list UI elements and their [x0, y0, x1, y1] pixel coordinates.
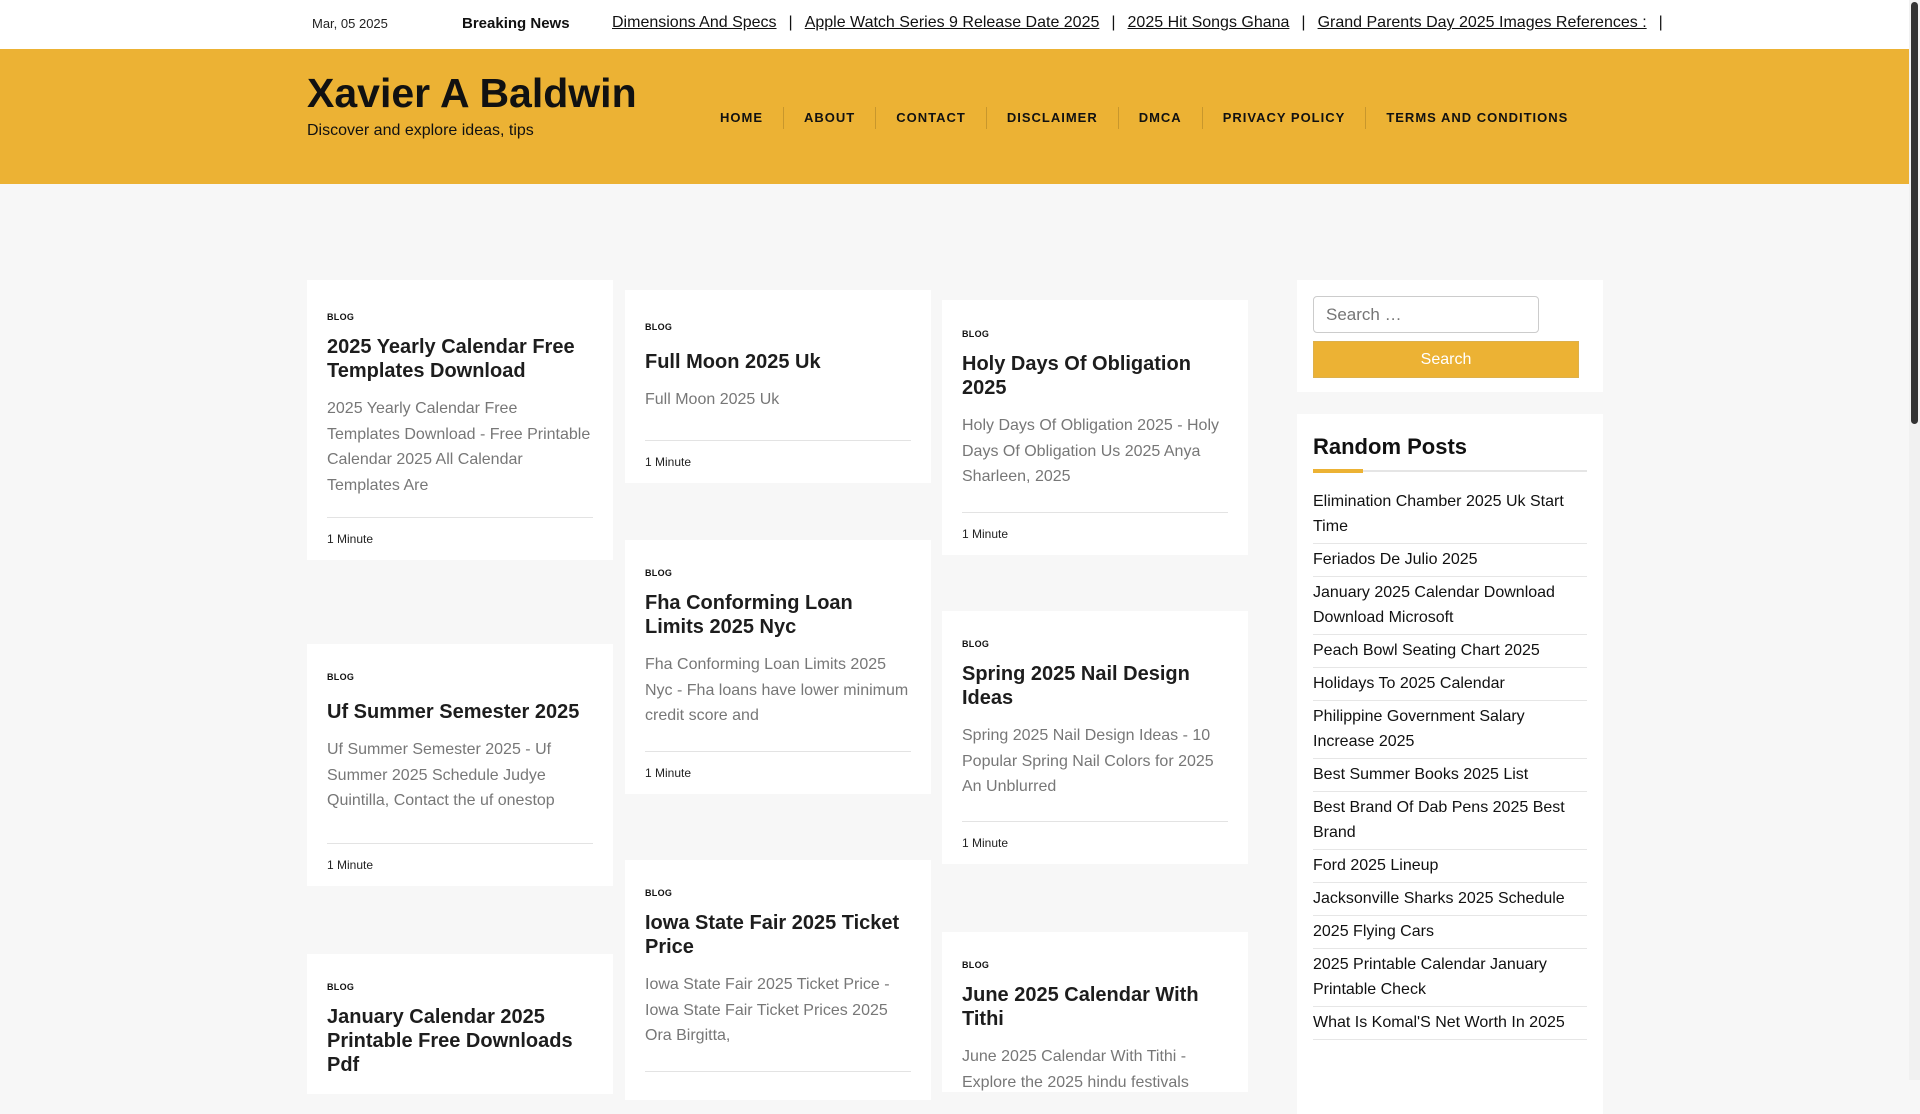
ticker-link[interactable]: 2025 Hit Songs Ghana — [1128, 14, 1290, 31]
search-widget: Search — [1297, 280, 1603, 392]
nav-disclaimer[interactable]: DISCLAIMER — [987, 107, 1119, 129]
post-card: BLOG June 2025 Calendar With Tithi June … — [942, 932, 1248, 1092]
post-category[interactable]: BLOG — [327, 312, 593, 322]
read-time: 1 Minute — [645, 751, 911, 794]
main-navigation: HOME ABOUT CONTACT DISCLAIMER DMCA PRIVA… — [700, 107, 1588, 129]
post-title[interactable]: Iowa State Fair 2025 Ticket Price — [645, 911, 911, 959]
post-title[interactable]: Holy Days Of Obligation 2025 — [962, 352, 1228, 400]
post-excerpt: Holy Days Of Obligation 2025 - Holy Days… — [962, 417, 1219, 485]
random-posts-list: Elimination Chamber 2025 Uk Start Time F… — [1313, 486, 1587, 1040]
post-category[interactable]: BLOG — [645, 322, 911, 332]
read-time: 1 Minute — [645, 440, 911, 483]
random-post-link[interactable]: What Is Komal'S Net Worth In 2025 — [1313, 1007, 1587, 1040]
post-category[interactable]: BLOG — [962, 329, 1228, 339]
post-excerpt: June 2025 Calendar With Tithi - Explore … — [962, 1048, 1189, 1091]
widget-title-underline — [1313, 469, 1587, 473]
post-card: BLOG Full Moon 2025 Uk Full Moon 2025 Uk… — [625, 290, 931, 483]
post-title[interactable]: January Calendar 2025 Printable Free Dow… — [327, 1005, 593, 1077]
post-card: BLOG Iowa State Fair 2025 Ticket Price I… — [625, 860, 931, 1100]
post-card: BLOG 2025 Yearly Calendar Free Templates… — [307, 280, 613, 560]
breaking-news-ticker: Dimensions And Specs | Apple Watch Series … — [612, 14, 1662, 31]
nav-contact[interactable]: CONTACT — [876, 107, 987, 129]
scrollbar-thumb[interactable] — [1911, 2, 1918, 424]
nav-dmca[interactable]: DMCA — [1119, 107, 1203, 129]
random-post-link[interactable]: Ford 2025 Lineup — [1313, 850, 1587, 883]
widget-title: Random Posts — [1313, 434, 1468, 459]
site-title[interactable]: Xavier A Baldwin — [307, 70, 637, 117]
ticker-link[interactable]: Grand Parents Day 2025 Images References… — [1318, 14, 1647, 31]
post-card: BLOG January Calendar 2025 Printable Fre… — [307, 954, 613, 1094]
breaking-news-label: Breaking News — [462, 15, 570, 32]
search-button[interactable]: Search — [1313, 341, 1579, 378]
ticker-link[interactable]: Dimensions And Specs — [612, 14, 777, 31]
random-post-link[interactable]: 2025 Printable Calendar January Printabl… — [1313, 949, 1587, 1007]
page-scrollbar[interactable] — [1909, 0, 1920, 1080]
random-post-link[interactable]: Jacksonville Sharks 2025 Schedule — [1313, 883, 1587, 916]
read-time: 1 Minute — [962, 512, 1228, 555]
random-post-link[interactable]: Best Brand Of Dab Pens 2025 Best Brand — [1313, 792, 1587, 850]
read-time: 1 Minute — [327, 843, 593, 886]
random-post-link[interactable]: Philippine Government Salary Increase 20… — [1313, 701, 1587, 759]
random-post-link[interactable]: Feriados De Julio 2025 — [1313, 544, 1587, 577]
post-excerpt: Spring 2025 Nail Design Ideas - 10 Popul… — [962, 727, 1214, 795]
random-post-link[interactable]: Peach Bowl Seating Chart 2025 — [1313, 635, 1587, 668]
search-input[interactable] — [1313, 296, 1539, 333]
random-posts-widget: Random Posts Elimination Chamber 2025 Uk… — [1297, 414, 1603, 1114]
post-title[interactable]: 2025 Yearly Calendar Free Templates Down… — [327, 335, 593, 383]
post-excerpt: Iowa State Fair 2025 Ticket Price - Iowa… — [645, 976, 890, 1044]
random-post-link[interactable]: Elimination Chamber 2025 Uk Start Time — [1313, 486, 1587, 544]
post-category[interactable]: BLOG — [327, 982, 593, 992]
post-category[interactable]: BLOG — [327, 672, 593, 682]
post-title[interactable]: Uf Summer Semester 2025 — [327, 700, 593, 724]
random-post-link[interactable]: 2025 Flying Cars — [1313, 916, 1587, 949]
post-excerpt: Fha Conforming Loan Limits 2025 Nyc - Fh… — [645, 656, 909, 724]
post-category[interactable]: BLOG — [962, 639, 1228, 649]
post-title[interactable]: June 2025 Calendar With Tithi — [962, 983, 1228, 1031]
ticker-link[interactable]: Apple Watch Series 9 Release Date 2025 — [805, 14, 1100, 31]
read-time: 1 Minute — [962, 821, 1228, 864]
divider — [645, 1071, 911, 1072]
random-post-link[interactable]: Holidays To 2025 Calendar — [1313, 668, 1587, 701]
post-card: BLOG Uf Summer Semester 2025 Uf Summer S… — [307, 644, 613, 886]
post-card: BLOG Spring 2025 Nail Design Ideas Sprin… — [942, 611, 1248, 864]
post-excerpt: Uf Summer Semester 2025 - Uf Summer 2025… — [327, 741, 555, 809]
top-bar: Mar, 05 2025 Breaking News Dimensions An… — [0, 0, 1909, 50]
post-category[interactable]: BLOG — [645, 888, 911, 898]
site-header: Xavier A Baldwin Discover and explore id… — [0, 49, 1909, 184]
post-excerpt: Full Moon 2025 Uk — [645, 391, 780, 408]
post-category[interactable]: BLOG — [962, 960, 1228, 970]
read-time: 1 Minute — [327, 517, 593, 560]
post-card: BLOG Fha Conforming Loan Limits 2025 Nyc… — [625, 540, 931, 794]
nav-terms-and-conditions[interactable]: TERMS AND CONDITIONS — [1366, 107, 1588, 129]
random-post-link[interactable]: January 2025 Calendar Download Download … — [1313, 577, 1587, 635]
post-card: BLOG Holy Days Of Obligation 2025 Holy D… — [942, 300, 1248, 555]
nav-about[interactable]: ABOUT — [784, 107, 877, 129]
post-category[interactable]: BLOG — [645, 568, 911, 578]
current-date: Mar, 05 2025 — [312, 16, 388, 31]
random-post-link[interactable]: Best Summer Books 2025 List — [1313, 759, 1587, 792]
post-title[interactable]: Spring 2025 Nail Design Ideas — [962, 662, 1228, 710]
site-tagline: Discover and explore ideas, tips — [307, 122, 534, 139]
nav-privacy-policy[interactable]: PRIVACY POLICY — [1203, 107, 1367, 129]
nav-home[interactable]: HOME — [700, 107, 784, 129]
post-title[interactable]: Fha Conforming Loan Limits 2025 Nyc — [645, 591, 911, 639]
post-excerpt: 2025 Yearly Calendar Free Templates Down… — [327, 400, 591, 494]
post-title[interactable]: Full Moon 2025 Uk — [645, 350, 911, 374]
